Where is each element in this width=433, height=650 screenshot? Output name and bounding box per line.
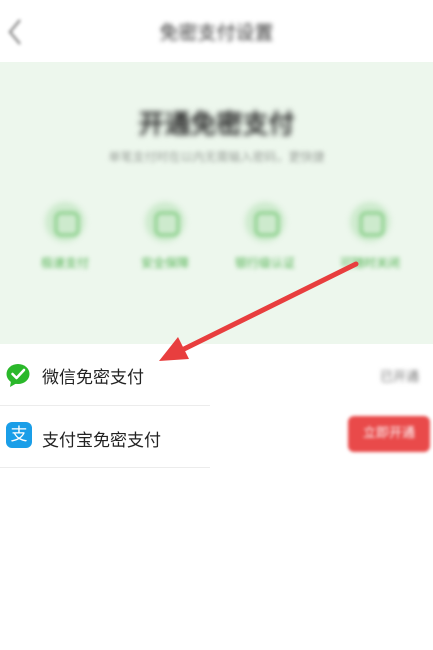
- status-badge: 已开通: [379, 370, 419, 385]
- feature-item: 安全保障: [115, 202, 215, 282]
- top-bar: 免密支付设置: [0, 0, 433, 62]
- feature-item: 可随时关闭: [320, 202, 420, 282]
- wechat-payment-row[interactable]: 微信免密支付 已开通: [0, 344, 433, 406]
- feature-label: 安全保障: [140, 256, 189, 270]
- alipay-payment-label: 支付宝免密支付: [42, 431, 161, 451]
- wechat-icon: [6, 362, 32, 388]
- feature-label: 极速支付: [40, 256, 89, 270]
- feature-label: 银行级认证: [234, 256, 295, 270]
- banner-title: 开通免密支付: [138, 110, 295, 140]
- alipay-icon: 支: [6, 422, 32, 448]
- banner-subtitle: 单笔支付时在以内无需输入密码，更快捷: [108, 150, 325, 164]
- alipay-payment-row[interactable]: 支 支付宝免密支付 立即开通: [0, 406, 433, 468]
- feature-item: 极速支付: [15, 202, 115, 282]
- divider: [0, 467, 210, 468]
- promo-banner: 开通免密支付 单笔支付时在以内无需输入密码，更快捷 极速支付 安全保障 银行级认…: [0, 62, 433, 344]
- page-title: 免密支付设置: [159, 22, 274, 44]
- activate-button[interactable]: 立即开通: [348, 416, 430, 452]
- wechat-payment-label: 微信免密支付: [42, 368, 144, 388]
- feature-label: 可随时关闭: [339, 256, 400, 270]
- feature-item: 银行级认证: [215, 202, 315, 282]
